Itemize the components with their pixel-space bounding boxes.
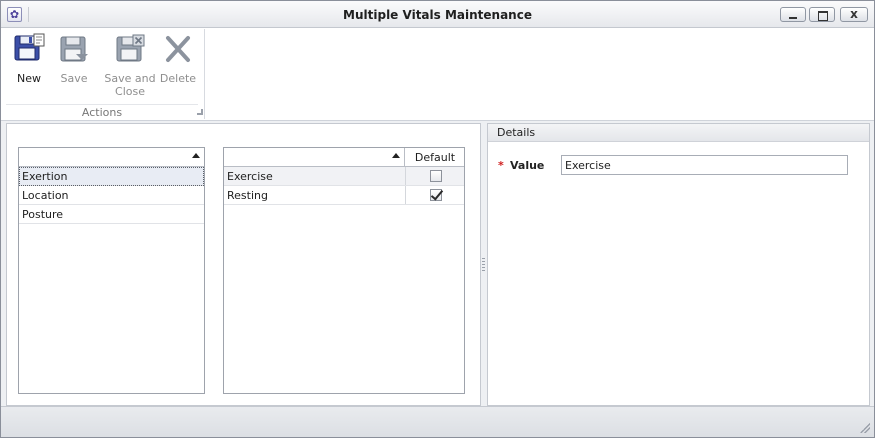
category-cell: Location [22, 189, 69, 202]
ribbon-group-label: Actions [6, 104, 198, 119]
sort-ascending-icon [392, 153, 400, 158]
main-window: ✿ Multiple Vitals Maintenance x New Save… [0, 0, 875, 438]
close-button[interactable]: x [840, 7, 868, 22]
category-cell: Posture [22, 208, 64, 221]
new-button-label: New [17, 72, 41, 85]
resize-grip-icon[interactable] [860, 423, 870, 433]
save-button-label: Save [60, 72, 88, 85]
categories-grid: Exertion Location Posture [18, 147, 205, 394]
table-row[interactable]: Exertion [19, 167, 204, 186]
status-bar [1, 406, 874, 437]
value-cell: Exercise [227, 170, 273, 183]
save-new-icon [14, 33, 45, 61]
window-title: Multiple Vitals Maintenance [343, 8, 532, 22]
delete-icon [166, 36, 190, 62]
table-row[interactable]: Location [19, 186, 204, 205]
default-cell [405, 167, 465, 185]
ribbon: New Save Save and Close Delete Actions [1, 28, 874, 121]
minimize-button[interactable] [780, 7, 806, 22]
splitter-handle[interactable] [482, 258, 485, 272]
sort-ascending-icon [192, 153, 200, 158]
default-checkbox[interactable] [430, 189, 442, 201]
save-icon [60, 36, 88, 62]
save-close-icon [116, 34, 145, 62]
save-and-close-button-label: Save and Close [104, 72, 156, 98]
default-column-header[interactable]: Default [405, 151, 465, 164]
values-grid-header[interactable]: Default [224, 148, 464, 167]
details-title: Details [497, 126, 536, 139]
required-indicator: * [498, 159, 504, 172]
value-input[interactable] [561, 155, 848, 175]
table-row[interactable]: Resting [224, 186, 464, 205]
dialog-launcher-icon[interactable] [197, 109, 203, 115]
details-header: Details [488, 124, 869, 142]
value-label: Value [510, 159, 545, 172]
default-checkbox[interactable] [430, 170, 442, 182]
lists-panel: Exertion Location Posture Default Exerci… [6, 123, 481, 406]
categories-grid-header[interactable] [19, 148, 204, 167]
table-row[interactable]: Exercise [224, 167, 464, 186]
default-cell [405, 186, 465, 204]
values-grid: Default Exercise Resting [223, 147, 465, 394]
title-bar[interactable]: ✿ Multiple Vitals Maintenance x [1, 1, 874, 28]
category-cell: Exertion [22, 170, 68, 183]
table-row[interactable]: Posture [19, 205, 204, 224]
details-panel: Details * Value [487, 123, 870, 406]
maximize-button[interactable] [809, 7, 835, 22]
close-icon: x [850, 7, 858, 21]
delete-button-label: Delete [159, 72, 197, 85]
ribbon-group-actions: New Save Save and Close Delete Actions [6, 29, 205, 119]
value-cell: Resting [227, 189, 268, 202]
